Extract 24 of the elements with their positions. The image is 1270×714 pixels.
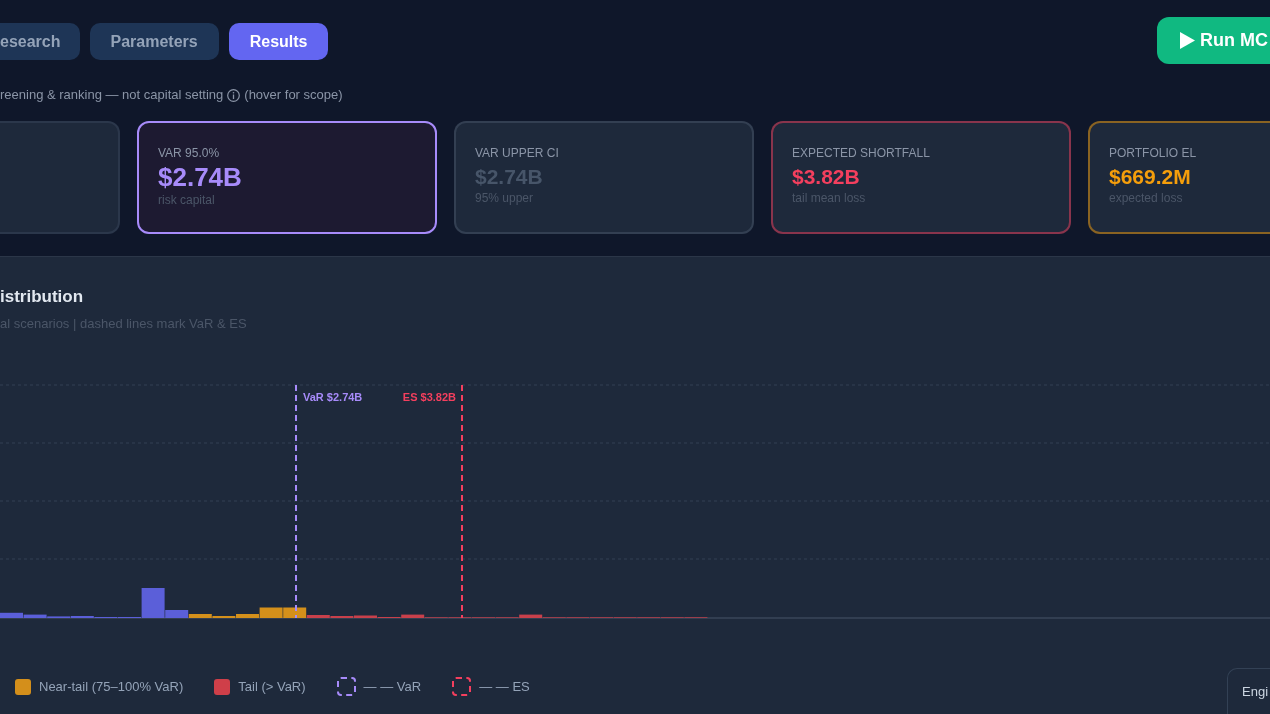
stat-label: EXPECTED SHORTFALL <box>792 145 930 161</box>
chart-title: istribution <box>0 286 84 308</box>
legend-label: — — VaR <box>363 677 422 696</box>
scope-note: reening & ranking — not capital setting <box>0 88 224 102</box>
legend-label: — — ES <box>479 677 530 696</box>
corner-button[interactable]: Engi <box>1227 668 1270 714</box>
stat-value: $669.2M <box>1109 164 1191 190</box>
marker-label: VaR $2.74B <box>303 391 363 403</box>
info-icon <box>227 88 241 102</box>
stat-label: PORTFOLIO EL <box>1109 145 1197 161</box>
marker-label: ES $3.82B <box>402 391 456 403</box>
legend-label: Tail (> VaR) <box>238 677 306 696</box>
play-icon <box>1180 32 1195 49</box>
stat-value: $3.82B <box>792 164 860 190</box>
tab[interactable]: Parameters <box>89 23 219 60</box>
hover-hint: (hover for scope) <box>244 88 343 102</box>
stat-caption: risk capital <box>158 193 215 208</box>
tab[interactable]: Results <box>228 23 329 60</box>
stat-label: VAR UPPER CI <box>475 145 559 161</box>
tab[interactable]: esearch <box>0 23 80 60</box>
legend-label: Near-tail (75–100% VaR) <box>39 677 184 696</box>
stat-value: $2.74B <box>158 161 242 193</box>
run-button[interactable]: Run MC <box>1157 17 1270 64</box>
stat-label: VAR 95.0% <box>158 145 220 161</box>
